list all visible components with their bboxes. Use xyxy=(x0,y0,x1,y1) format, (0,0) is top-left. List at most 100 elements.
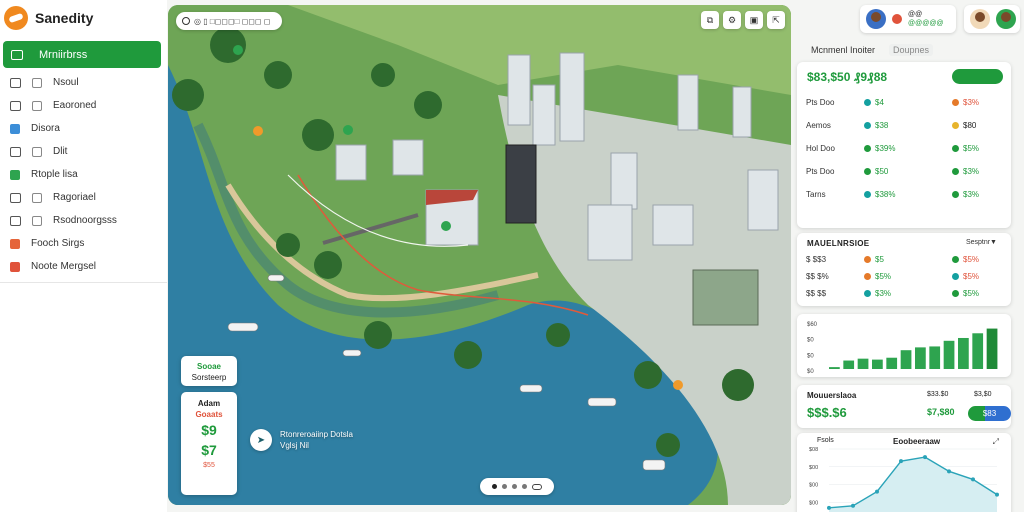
metric-row[interactable]: $$ $$ $3% $5% xyxy=(806,287,1004,299)
status-dot-icon xyxy=(864,144,871,152)
bar-chart-bar[interactable] xyxy=(986,328,998,369)
metric-label: Hol Doo xyxy=(806,143,835,153)
bar-chart-y-tick: $0 xyxy=(807,338,814,344)
avatar[interactable] xyxy=(866,9,886,29)
user-card-primary[interactable]: @@ @@@@@ xyxy=(860,5,956,33)
summary-action-button[interactable] xyxy=(952,69,1003,84)
weather-card-large-title: Adam xyxy=(197,399,221,408)
bar-chart-bar[interactable] xyxy=(843,360,855,369)
sidebar-item-7[interactable]: Fooch Sirgs xyxy=(0,232,167,255)
tab-0[interactable]: Mcnmenl Inoiter xyxy=(807,44,879,56)
metric-row[interactable]: Pts Doo $50 $3% xyxy=(806,165,1004,177)
metric-row[interactable]: Tarns $38% $3% xyxy=(806,188,1004,200)
tab-1[interactable]: Doupnes xyxy=(889,44,934,56)
weather-card-large[interactable]: Adam Goaats $9 $7 $55 xyxy=(181,392,237,495)
bar-chart-bar[interactable] xyxy=(929,346,941,369)
bar-chart-bar[interactable] xyxy=(943,340,955,369)
line-chart-point[interactable] xyxy=(971,477,975,482)
detail-dropdown[interactable]: Sesptnr▼ xyxy=(966,239,997,246)
summary-title: $83,$50 ₰9₰88 xyxy=(807,70,888,84)
sidebar-item-3[interactable]: Dlit xyxy=(0,140,167,163)
line-chart-point[interactable] xyxy=(995,492,999,497)
user-card-line2: @@@@@ xyxy=(908,20,944,27)
sidebar-item-5[interactable]: Ragoriael xyxy=(0,186,167,209)
line-chart-point[interactable] xyxy=(827,505,831,510)
camera-icon[interactable]: ▣ xyxy=(745,11,763,29)
line-chart-point[interactable] xyxy=(947,469,951,474)
home-icon xyxy=(10,123,20,134)
bar-chart: $60 $0 $0 $0 xyxy=(807,322,998,375)
bar-chart-bar[interactable] xyxy=(972,333,984,369)
metric-row[interactable]: Hol Doo $39% $5% xyxy=(806,142,1004,154)
stats-toggle-button[interactable]: $83 xyxy=(968,406,1011,421)
metric-row[interactable]: $ $$3 $5 $5% xyxy=(806,253,1004,265)
sidebar-item-4[interactable]: Rtople lisa xyxy=(0,163,167,186)
map-search-input[interactable] xyxy=(194,16,280,26)
status-square-icon xyxy=(32,146,42,157)
bar-chart-bar[interactable] xyxy=(857,358,869,369)
status-dot-icon xyxy=(864,167,871,175)
notification-icon[interactable] xyxy=(892,14,902,24)
pager-expand-icon[interactable] xyxy=(532,483,542,490)
sidebar-item-8[interactable]: Noote Mergsel xyxy=(0,255,167,278)
sidebar-item-label: Fooch Sirgs xyxy=(31,238,85,249)
map-search-bar[interactable] xyxy=(176,12,282,30)
line-chart-title: Eoobeeraaw xyxy=(893,437,941,446)
sidebar-item-active[interactable]: Mrniirbrss xyxy=(3,41,161,68)
sidebar-item-0[interactable]: Nsoul xyxy=(0,71,167,94)
line-chart-point[interactable] xyxy=(851,503,855,508)
panel-tabs: Mcnmenl Inoiter Doupnes xyxy=(807,44,934,56)
pager-dot[interactable] xyxy=(502,484,507,489)
status-square-icon xyxy=(32,192,42,203)
share-icon[interactable]: ⇱ xyxy=(767,11,785,29)
status-dot-icon xyxy=(864,255,871,263)
map-pager[interactable] xyxy=(480,478,554,495)
sidebar-item-label: Nsoul xyxy=(53,77,79,88)
poi-line2: Vglsj Nil xyxy=(280,441,309,450)
sidebar-divider xyxy=(0,282,167,283)
weather-card-small[interactable]: Sooae Sorsteerp xyxy=(181,356,237,386)
metric-value: $5% xyxy=(875,271,892,281)
brand[interactable]: Sanedity xyxy=(4,5,93,31)
line-chart-point[interactable] xyxy=(899,459,903,464)
line-chart-point[interactable] xyxy=(923,455,927,460)
bar-chart-bar[interactable] xyxy=(915,347,926,369)
stats-value2: $7,$80 xyxy=(927,407,955,417)
map-pin-icon xyxy=(10,169,20,180)
map-view[interactable]: ⧉⚙▣⇱ Sooae Sorsteerp Adam Goaats $9 $7 $… xyxy=(168,5,791,505)
metric-change: $80 xyxy=(963,120,977,130)
poi-label[interactable]: ➤ Rtonreroaiinp Dotsla Vglsj Nil xyxy=(250,429,353,451)
metric-row[interactable]: $$ $% $5% $5% xyxy=(806,270,1004,282)
bar-chart-bar[interactable] xyxy=(900,350,912,369)
status-avatar[interactable] xyxy=(996,9,1016,29)
user-card-secondary[interactable] xyxy=(964,5,1020,33)
stats-label2: $33.$0 xyxy=(927,391,949,398)
settings-icon[interactable]: ⚙ xyxy=(723,11,741,29)
metric-change: $5% xyxy=(963,288,980,298)
metric-value: $5 xyxy=(875,254,884,264)
sidebar-item-6[interactable]: Rsodnoorgsss xyxy=(0,209,167,232)
pager-dot[interactable] xyxy=(492,484,497,489)
bar-chart-y-tick: $0 xyxy=(807,353,814,359)
bar-chart-bar[interactable] xyxy=(886,357,898,369)
metric-row[interactable]: Pts Doo $4 $3% xyxy=(806,96,1004,108)
bar-chart-bar[interactable] xyxy=(958,337,969,369)
search-icon xyxy=(182,17,190,25)
line-chart-point[interactable] xyxy=(875,489,879,494)
metric-value: $3% xyxy=(875,288,892,298)
pager-dot[interactable] xyxy=(512,484,517,489)
avatar[interactable] xyxy=(970,9,990,29)
metric-label: Aemos xyxy=(806,120,831,130)
layers-icon[interactable]: ⧉ xyxy=(701,11,719,29)
expand-icon[interactable]: ⤢ xyxy=(993,437,999,447)
sidebar-item-label: Rsodnoorgsss xyxy=(53,215,117,226)
globe-icon xyxy=(10,261,20,272)
bar-chart-bar[interactable] xyxy=(872,359,883,369)
status-dot-icon xyxy=(864,289,871,297)
metric-row[interactable]: Aemos $38 $80 xyxy=(806,119,1004,131)
sidebar-item-1[interactable]: Eaoroned xyxy=(0,94,167,117)
bar-chart-bar[interactable] xyxy=(829,367,840,369)
metric-label: $$ $$ xyxy=(806,288,827,298)
sidebar-item-2[interactable]: Disora xyxy=(0,117,167,140)
pager-dot[interactable] xyxy=(522,484,527,489)
